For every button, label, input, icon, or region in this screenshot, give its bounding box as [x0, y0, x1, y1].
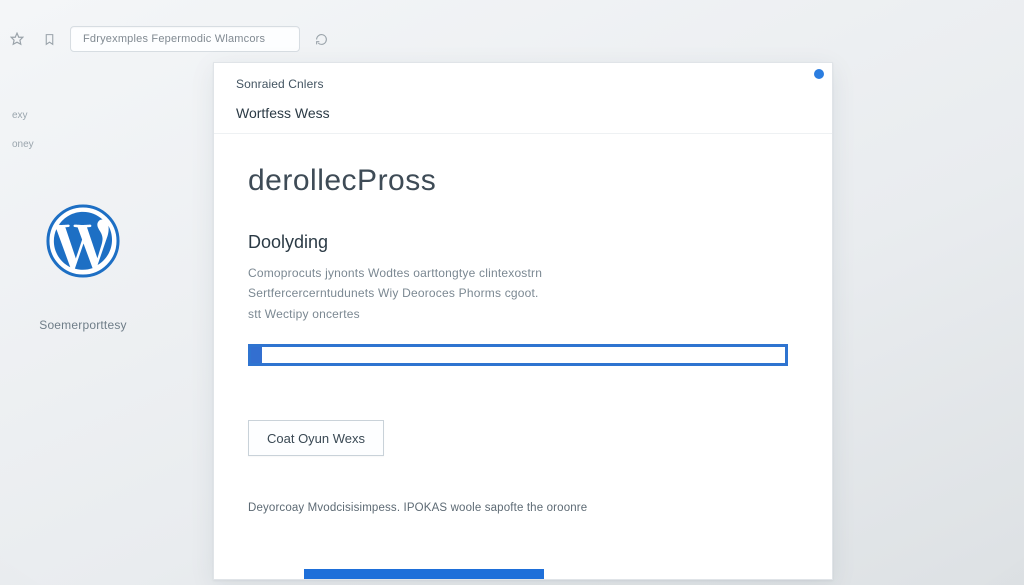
reload-icon[interactable]	[310, 28, 332, 50]
page-title: derollecPross	[248, 164, 798, 198]
sidebar-selected-label[interactable]: Soemerporttesy	[39, 318, 127, 332]
window-title: Wortfess Wess	[214, 91, 832, 134]
section-heading: Doolyding	[248, 232, 798, 253]
star-icon[interactable]	[6, 28, 28, 50]
footer-note: Deyorcoay Mvodcisisimpess. IPOKAS woole …	[248, 502, 798, 514]
primary-button[interactable]: Coat Oyun Wexs	[248, 420, 384, 456]
main-card: Sonraied Cnlers Wortfess Wess derollecPr…	[213, 62, 833, 580]
browser-toolbar: Fdryexmples Fepermodic Wlamcors	[0, 24, 1024, 54]
url-text: Fdryexmples Fepermodic Wlamcors	[83, 33, 265, 45]
progress-bar	[248, 344, 788, 366]
sidebar-item[interactable]: exy	[4, 110, 162, 121]
sidebar-item[interactable]: oney	[4, 139, 162, 150]
sidebar: exy oney Soemerporttesy	[0, 70, 180, 332]
close-icon[interactable]	[814, 69, 824, 79]
bottom-progress-strip	[304, 569, 544, 579]
description-line: Comoprocuts jynonts Wodtes oarttongtye c…	[248, 263, 798, 283]
wordpress-logo	[46, 204, 120, 278]
bookmark-icon[interactable]	[38, 28, 60, 50]
breadcrumb: Sonraied Cnlers	[214, 63, 832, 91]
progress-fill	[251, 347, 262, 363]
description-line: Sertfercercerntudunets Wiy Deoroces Phor…	[248, 283, 798, 303]
description-line: stt Wectipy oncertes	[248, 304, 798, 324]
url-field[interactable]: Fdryexmples Fepermodic Wlamcors	[70, 26, 300, 52]
